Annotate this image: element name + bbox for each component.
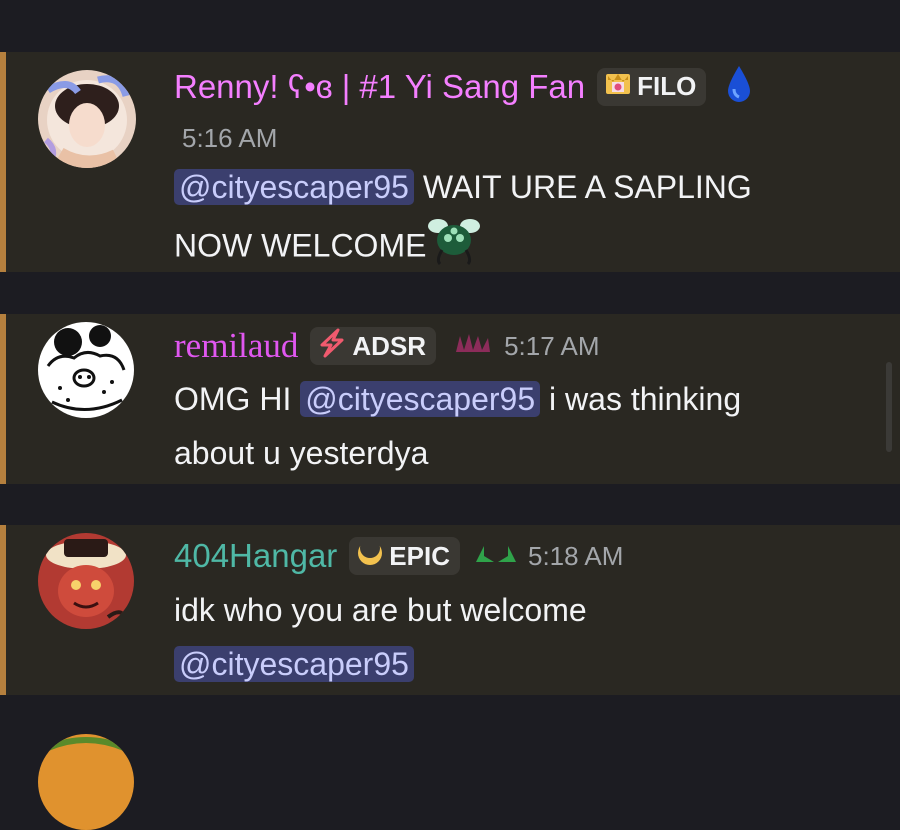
message-text: OMG HI — [174, 381, 292, 417]
username[interactable]: 404Hangar — [174, 537, 337, 575]
message-text: i was thinking — [549, 381, 742, 417]
username[interactable]: remilaud — [174, 326, 298, 366]
decoration-icon[interactable] — [452, 332, 494, 361]
scrollbar[interactable] — [886, 362, 892, 452]
message-content: @cityescaper95 WAIT URE A SAPLING NOW WE… — [174, 160, 752, 282]
message-content: OMG HI @cityescaper95 i was thinking abo… — [174, 372, 741, 480]
bug-emoji-icon[interactable] — [426, 214, 482, 282]
timestamp: 5:16 AM — [182, 123, 278, 153]
lightning-icon — [316, 328, 348, 365]
avatar[interactable] — [38, 322, 134, 418]
guild-tag-label: FILO — [637, 71, 697, 101]
user-mention[interactable]: @cityescaper95 — [174, 169, 414, 205]
message-header: Renny! ʕ•ɞ | #1 Yi Sang Fan FILO — [174, 64, 754, 109]
message-text: about u yesterdya — [174, 435, 429, 471]
message-header: remilaud ADSR 5:17 AM — [174, 326, 599, 366]
arrows-icon[interactable] — [474, 542, 518, 571]
user-mention[interactable]: @cityescaper95 — [300, 381, 541, 417]
message-header: 404Hangar EPIC 5:18 AM — [174, 537, 623, 575]
message-text: WAIT URE A SAPLING — [422, 169, 752, 205]
user-mention[interactable]: @cityescaper95 — [174, 646, 414, 682]
water-drop-icon[interactable] — [724, 64, 754, 109]
username[interactable]: Renny! ʕ•ɞ | #1 Yi Sang Fan — [174, 68, 585, 106]
avatar[interactable] — [38, 533, 134, 629]
guild-tag[interactable]: ADSR — [310, 327, 437, 365]
crown-badge-icon — [603, 68, 633, 105]
timestamp: 5:18 AM — [527, 540, 624, 571]
highlight-accent-bar — [0, 52, 6, 272]
highlight-accent-bar — [0, 314, 6, 484]
guild-tag-label: ADSR — [352, 330, 427, 361]
timestamp: 5:17 AM — [504, 330, 600, 361]
moon-icon — [355, 537, 385, 575]
highlight-accent-bar — [0, 525, 6, 695]
message-content: idk who you are but welcome @cityescaper… — [174, 583, 587, 691]
guild-tag-label: EPIC — [389, 540, 450, 571]
message-item: Renny! ʕ•ɞ | #1 Yi Sang Fan FILO 5:16 AM… — [0, 52, 900, 272]
message-item: 404Hangar EPIC 5:18 AM idk who you are b… — [0, 525, 900, 695]
avatar[interactable] — [38, 734, 134, 830]
guild-tag[interactable]: EPIC — [349, 537, 460, 575]
message-text: NOW WELCOME — [174, 227, 427, 264]
avatar[interactable] — [38, 70, 136, 168]
message-text: idk who you are but welcome — [174, 592, 587, 628]
guild-tag[interactable]: FILO — [597, 67, 707, 106]
message-item: remilaud ADSR 5:17 AM OMG HI @cityescape… — [0, 314, 900, 484]
